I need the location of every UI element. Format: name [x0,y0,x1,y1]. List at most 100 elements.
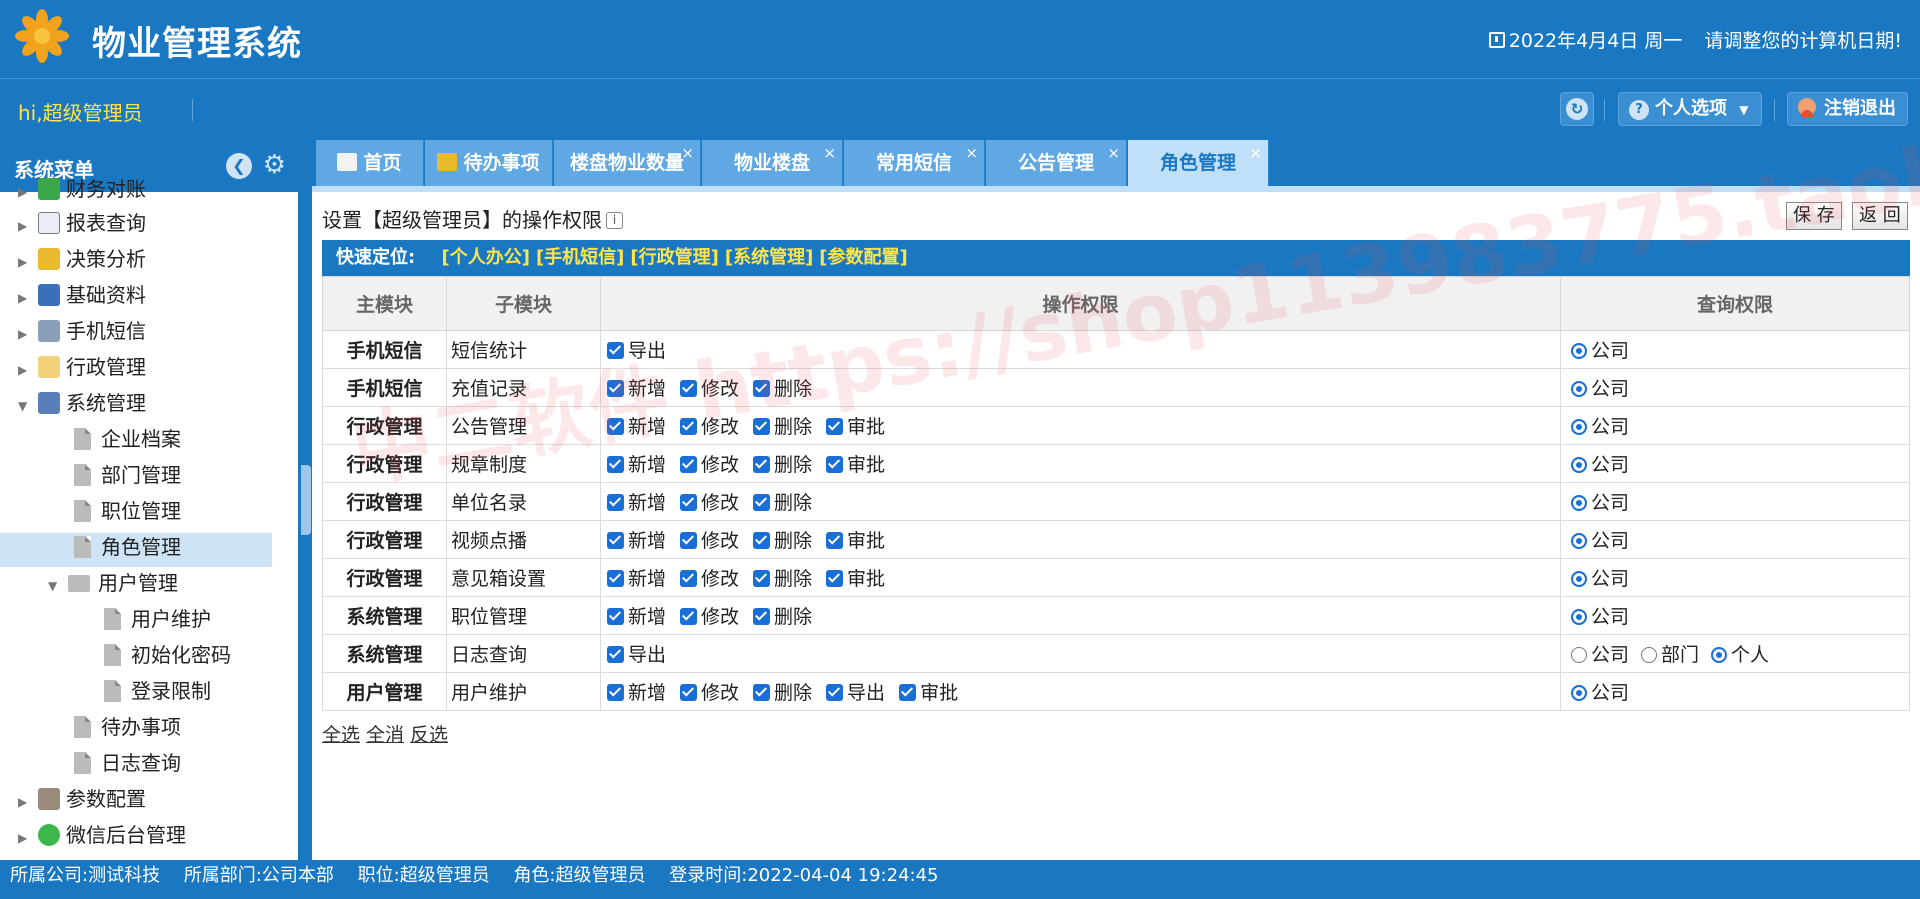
tab-todo[interactable]: 待办事项 [425,140,553,186]
close-icon[interactable]: × [965,130,978,176]
query-scope-radio[interactable]: 部门 [1635,640,1699,667]
sidebar-item-sms[interactable]: ▶ 手机短信 [18,314,146,348]
permission-checkbox[interactable]: 导出 [607,336,666,363]
query-scope-radio[interactable]: 公司 [1565,450,1629,477]
permission-checkbox[interactable]: 新增 [607,526,666,553]
collapse-icon[interactable]: ❮ [226,153,252,179]
permission-checkbox[interactable]: 导出 [826,678,885,705]
sidebar-item-basic-data[interactable]: ▶ 基础资料 [18,278,146,312]
permission-checkbox[interactable]: 删除 [753,412,812,439]
back-button[interactable]: 返 回 [1852,202,1908,230]
permission-checkbox[interactable]: 新增 [607,450,666,477]
sidebar-item-reports[interactable]: ▶ 报表查询 [18,206,146,240]
permission-checkbox[interactable]: 修改 [680,488,739,515]
logout-button[interactable]: 注销退出 [1787,92,1908,126]
permission-checkbox[interactable]: 删除 [753,564,812,591]
permission-checkbox[interactable]: 审批 [899,678,958,705]
sidebar-item-roles[interactable]: 角色管理 [74,530,181,564]
tab-roles[interactable]: 角色管理 × [1128,140,1269,186]
query-scope-radio[interactable]: 公司 [1565,678,1629,705]
sidebar-item-finance[interactable]: ▶ 财务对账 [18,172,146,206]
tab-sms[interactable]: 常用短信 × [844,140,985,186]
query-scope-radio[interactable]: 公司 [1565,336,1629,363]
quick-link-system[interactable]: [系统管理] [725,247,813,268]
permission-checkbox[interactable]: 新增 [607,488,666,515]
permission-checkbox[interactable]: 新增 [607,564,666,591]
info-icon[interactable]: i [606,212,623,229]
close-icon[interactable]: × [681,130,694,176]
sidebar-item-company-profile[interactable]: 企业档案 [74,422,181,456]
query-scope-radio[interactable]: 公司 [1565,640,1629,667]
sidebar-toggle-handle[interactable] [301,465,311,535]
sidebar-item-system[interactable]: ▼ 系统管理 [18,386,146,420]
permission-checkbox[interactable]: 删除 [753,678,812,705]
sidebar-item-admin[interactable]: ▶ 行政管理 [18,350,146,384]
sidebar-item-users[interactable]: ▼ 用户管理 [48,566,178,600]
query-scope-radio[interactable]: 公司 [1565,526,1629,553]
tab-notice[interactable]: 公告管理 × [986,140,1127,186]
permission-checkbox[interactable]: 删除 [753,602,812,629]
permission-checkbox[interactable]: 删除 [753,374,812,401]
invert-selection-link[interactable]: 反选 [410,724,448,746]
query-scope-radio[interactable]: 公司 [1565,488,1629,515]
quick-link-sms[interactable]: [手机短信] [536,247,624,268]
quick-link-params[interactable]: [参数配置] [819,247,907,268]
query-scope-radio[interactable]: 公司 [1565,602,1629,629]
sidebar-item-user-maintain[interactable]: 用户维护 [104,602,211,636]
permission-checkbox[interactable]: 审批 [826,564,885,591]
close-icon[interactable]: × [1249,130,1262,176]
deselect-all-link[interactable]: 全消 [366,724,404,746]
sidebar-item-decision[interactable]: ▶ 决策分析 [18,242,146,276]
quick-link-admin[interactable]: [行政管理] [630,247,718,268]
permission-checkbox[interactable]: 修改 [680,678,739,705]
tab-home[interactable]: 首页 [316,140,424,186]
chevron-right-icon: ▶ [18,795,28,809]
sidebar-item-departments[interactable]: 部门管理 [74,458,181,492]
sidebar-item-wechat[interactable]: ▶ 微信后台管理 [18,818,186,852]
permission-checkbox[interactable]: 删除 [753,488,812,515]
permission-checkbox[interactable]: 审批 [826,412,885,439]
quick-link-personal[interactable]: [个人办公] [441,247,529,268]
permission-checkbox[interactable]: 审批 [826,450,885,477]
sidebar-item-reset-password[interactable]: 初始化密码 [104,638,231,672]
permission-checkbox[interactable]: 新增 [607,678,666,705]
radio-icon [1571,533,1587,549]
permission-checkbox[interactable]: 修改 [680,450,739,477]
table-row: 行政管理 规章制度 新增 修改 删除 审批 公司 [322,444,1910,483]
permission-checkbox[interactable]: 修改 [680,526,739,553]
sidebar-item-log-query[interactable]: 日志查询 [74,746,181,780]
tab-property[interactable]: 物业楼盘 × [702,140,843,186]
save-button[interactable]: 保 存 [1786,202,1842,230]
operation-cell: 新增 修改 删除 审批 [600,520,1561,559]
permission-checkbox[interactable]: 修改 [680,374,739,401]
permission-checkbox[interactable]: 新增 [607,374,666,401]
permission-checkbox[interactable]: 删除 [753,450,812,477]
query-scope-radio[interactable]: 公司 [1565,412,1629,439]
permission-checkbox[interactable]: 导出 [607,640,666,667]
select-all-link[interactable]: 全选 [322,724,360,746]
permission-checkbox[interactable]: 新增 [607,602,666,629]
sidebar-item-todo[interactable]: 待办事项 [74,710,181,744]
gear-icon[interactable]: ⚙ [263,152,286,178]
sidebar-item-label: 登录限制 [131,679,211,703]
query-scope-radio[interactable]: 公司 [1565,374,1629,401]
permission-checkbox[interactable]: 修改 [680,564,739,591]
sidebar-item-positions[interactable]: 职位管理 [74,494,181,528]
personal-options-button[interactable]: ? 个人选项 ▼ [1618,92,1762,126]
permission-checkbox[interactable]: 新增 [607,412,666,439]
permission-checkbox[interactable]: 修改 [680,412,739,439]
permission-checkbox[interactable]: 审批 [826,526,885,553]
close-icon[interactable]: × [823,130,836,176]
sidebar-item-login-limit[interactable]: 登录限制 [104,674,211,708]
query-scope-radio[interactable]: 个人 [1705,640,1769,667]
refresh-button[interactable]: ↻ [1560,92,1594,126]
permission-label: 修改 [701,454,740,476]
sidebar-item-params[interactable]: ▶ 参数配置 [18,782,146,816]
tab-building-count[interactable]: 楼盘物业数量 × [554,140,701,186]
query-scope-radio[interactable]: 公司 [1565,564,1629,591]
permission-label: 新增 [628,416,667,438]
permission-checkbox[interactable]: 删除 [753,526,812,553]
query-scope-label: 个人 [1731,644,1770,666]
permission-checkbox[interactable]: 修改 [680,602,739,629]
close-icon[interactable]: × [1107,130,1120,176]
